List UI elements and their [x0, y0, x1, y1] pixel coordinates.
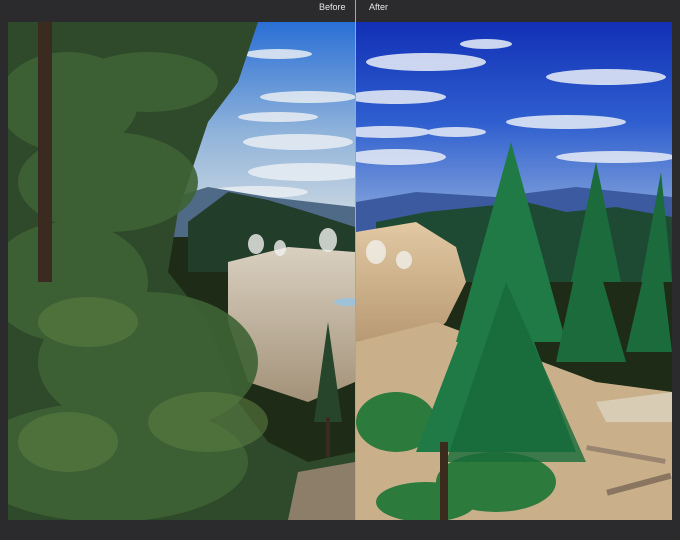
compare-labels-bar: Before After [0, 0, 680, 16]
after-landscape-photo [356, 22, 672, 520]
before-label: Before [319, 2, 346, 12]
before-landscape-photo [8, 22, 355, 520]
before-after-compare-view: Before After [0, 0, 680, 540]
image-viewer [8, 22, 672, 520]
after-label: After [369, 2, 389, 12]
bottom-bar [0, 520, 680, 540]
after-image [356, 22, 672, 520]
before-image [8, 22, 355, 520]
compare-divider-handle[interactable] [355, 0, 356, 540]
